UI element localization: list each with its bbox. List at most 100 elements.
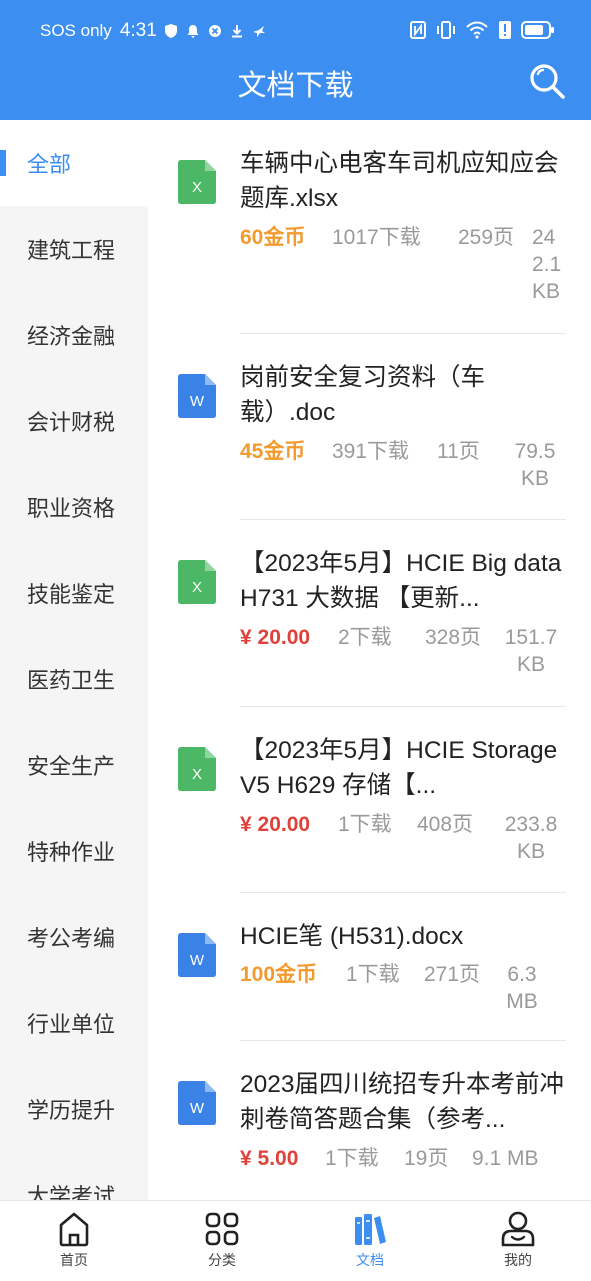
vibrate-icon	[437, 21, 455, 39]
sidebar-item-university-exam[interactable]: 大学考试	[0, 1152, 148, 1200]
download-count: 1下载	[338, 813, 392, 836]
document-meta: ¥ 5.00 1下载 19页 9.1 MB	[240, 1145, 566, 1175]
download-status-icon	[231, 25, 242, 38]
document-price: ¥ 5.00	[240, 1147, 299, 1170]
carrier-text: SOS only	[40, 21, 112, 40]
download-count: 1下载	[346, 963, 400, 986]
nfc-icon	[410, 21, 426, 39]
file-size: 242.1 KB	[532, 226, 562, 303]
svg-text:W: W	[190, 952, 205, 969]
sidebar-item-civil-service-exam[interactable]: 考公考编	[0, 894, 148, 980]
document-item[interactable]: X 【2023年5月】HCIE Big data H731 大数据 【更新...…	[148, 520, 591, 707]
sidebar-item-professional-qualification[interactable]: 职业资格	[0, 464, 148, 550]
document-price: 60金币	[240, 226, 306, 249]
sidebar-item-accounting-tax[interactable]: 会计财税	[0, 378, 148, 464]
document-item[interactable]: W HCIE笔 (H531).docx 100金币 1下载 271页 6.3 M…	[148, 893, 591, 1041]
home-icon	[59, 1212, 89, 1247]
sidebar-item-label: 全部	[27, 152, 72, 177]
page-count: 11页	[437, 440, 480, 463]
sidebar-item-industry-units[interactable]: 行业单位	[0, 980, 148, 1066]
sidebar-item-label: 特种作业	[27, 840, 116, 865]
page-count: 328页	[425, 626, 482, 649]
excel-file-icon: X	[178, 160, 216, 204]
sidebar-item-label: 学历提升	[27, 1098, 116, 1123]
document-meta: ¥ 20.00 2下载 328页 151.7 KB	[240, 624, 566, 680]
profile-icon	[501, 1211, 535, 1247]
download-count: 1017下载	[332, 226, 421, 249]
excel-file-icon: X	[178, 747, 216, 791]
sidebar-item-label: 会计财税	[27, 410, 116, 435]
wifi-icon	[466, 21, 488, 39]
sidebar-item-economics-finance[interactable]: 经济金融	[0, 292, 148, 378]
document-title: 岗前安全复习资料（车载）.doc	[240, 364, 485, 426]
word-file-icon: W	[178, 1081, 216, 1125]
nav-label: 首页	[60, 1252, 88, 1268]
page-count: 271页	[424, 963, 481, 986]
sidebar-item-special-operations[interactable]: 特种作业	[0, 808, 148, 894]
document-title: 2023届四川统招专升本考前冲刺卷简答题合集（参考...	[240, 1071, 565, 1133]
sidebar-item-education-upgrade[interactable]: 学历提升	[0, 1066, 148, 1152]
svg-text:W: W	[190, 1100, 205, 1117]
svg-text:X: X	[192, 179, 202, 196]
document-item[interactable]: X 车辆中心电客车司机应知应会题库.xlsx 60金币 1017下载 259页 …	[148, 120, 591, 334]
document-title: 【2023年5月】HCIE Storage V5 H629 存储【...	[240, 737, 558, 799]
sidebar-item-construction[interactable]: 建筑工程	[0, 206, 148, 292]
page-count: 408页	[417, 813, 474, 836]
bell-icon	[187, 25, 199, 38]
file-size: 151.7 KB	[504, 626, 558, 676]
word-file-icon: W	[178, 374, 216, 418]
sidebar-item-medicine-health[interactable]: 医药卫生	[0, 636, 148, 722]
sidebar-item-label: 行业单位	[27, 1012, 116, 1037]
document-title: 【2023年5月】HCIE Big data H731 大数据 【更新...	[240, 550, 562, 612]
clock: 4:31	[119, 20, 157, 41]
sidebar-item-label: 医药卫生	[27, 668, 116, 693]
nav-label: 分类	[208, 1252, 236, 1268]
sidebar-item-label: 建筑工程	[27, 238, 116, 263]
nav-profile[interactable]: 我的	[444, 1201, 591, 1281]
status-bar: SOS only 4:31	[0, 0, 591, 66]
document-title: 车辆中心电客车司机应知应会题库.xlsx	[240, 150, 559, 212]
books-icon	[355, 1214, 386, 1245]
document-price: ¥ 20.00	[240, 813, 311, 836]
top-bar: SOS only 4:31 文档下载	[0, 0, 591, 120]
document-price: 100金币	[240, 963, 318, 986]
bottom-navigation: 首页 分类 文档 我的	[0, 1200, 591, 1281]
file-size: 6.3 MB	[506, 963, 538, 1013]
sidebar-item-safety-production[interactable]: 安全生产	[0, 722, 148, 808]
download-count: 2下载	[338, 626, 392, 649]
sidebar-item-label: 考公考编	[27, 926, 116, 951]
svg-text:X: X	[192, 579, 202, 596]
nav-categories[interactable]: 分类	[148, 1201, 296, 1281]
nav-label: 文档	[356, 1252, 384, 1268]
document-meta: ¥ 20.00 1下载 408页 233.8 KB	[240, 811, 566, 867]
document-item[interactable]: X 【2023年5月】HCIE Storage V5 H629 存储【... ¥…	[148, 707, 591, 893]
bird-icon	[252, 26, 265, 37]
document-item[interactable]: W 岗前安全复习资料（车载）.doc 45金币 391下载 11页 79.5 K…	[148, 334, 591, 520]
sidebar-item-label: 安全生产	[27, 754, 116, 779]
document-title: HCIE笔 (H531).docx	[240, 923, 464, 950]
sidebar-item-all[interactable]: 全部	[0, 120, 148, 206]
document-price: 45金币	[240, 440, 306, 463]
sidebar-item-label: 技能鉴定	[27, 582, 116, 607]
page-title: 文档下载	[237, 70, 354, 102]
document-item[interactable]: W 2023届四川统招专升本考前冲刺卷简答题合集（参考... ¥ 5.00 1下…	[148, 1041, 591, 1200]
document-price: ¥ 20.00	[240, 626, 311, 649]
word-file-icon: W	[178, 933, 216, 977]
category-sidebar: 全部 建筑工程 经济金融 会计财税 职业资格 技能鉴定 医药卫生 安全生产 特种…	[0, 120, 148, 1200]
nav-documents[interactable]: 文档	[296, 1201, 444, 1281]
page-count: 19页	[404, 1147, 449, 1170]
search-icon[interactable]	[528, 62, 566, 100]
alert-icon	[499, 21, 511, 39]
document-meta: 100金币 1下载 271页 6.3 MB	[240, 961, 566, 1017]
download-count: 1下载	[325, 1147, 379, 1170]
svg-text:W: W	[190, 393, 205, 410]
excel-file-icon: X	[178, 560, 216, 604]
file-size: 9.1 MB	[472, 1147, 539, 1170]
download-count: 391下载	[332, 440, 410, 463]
battery-icon	[521, 21, 554, 39]
sidebar-item-skill-appraisal[interactable]: 技能鉴定	[0, 550, 148, 636]
sidebar-item-label: 职业资格	[27, 496, 116, 521]
shield-icon	[164, 24, 177, 38]
nav-home[interactable]: 首页	[0, 1201, 148, 1281]
document-meta: 45金币 391下载 11页 79.5 KB	[240, 438, 566, 494]
